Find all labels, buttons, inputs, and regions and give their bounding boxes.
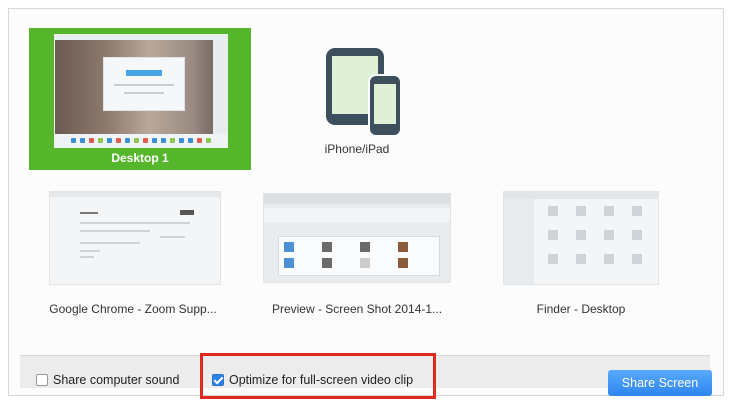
- tile-label: Finder - Desktop: [536, 302, 626, 316]
- share-sound-checkbox[interactable]: [36, 374, 48, 386]
- highlight-annotation-box: [200, 353, 436, 399]
- tile-desktop-1[interactable]: Desktop 1: [29, 28, 251, 170]
- tile-label: Google Chrome - Zoom Supp...: [49, 302, 217, 316]
- tile-label: Desktop 1: [111, 151, 169, 165]
- share-sound-label: Share computer sound: [53, 373, 180, 387]
- tile-preview[interactable]: Preview - Screen Shot 2014-1...: [253, 187, 461, 317]
- tile-iphone-ipad[interactable]: iPhone/iPad: [277, 28, 437, 170]
- chrome-thumbnail: [49, 191, 221, 285]
- tile-google-chrome[interactable]: Google Chrome - Zoom Supp...: [29, 187, 237, 317]
- desktop-1-thumbnail: [54, 34, 228, 148]
- share-sound-option[interactable]: Share computer sound: [36, 373, 179, 387]
- preview-thumbnail: [263, 193, 451, 283]
- share-screen-dialog: Desktop 1 iPhone/iPad Google Chrome - Zo…: [8, 8, 724, 396]
- tile-label: Preview - Screen Shot 2014-1...: [271, 302, 443, 316]
- share-screen-button[interactable]: Share Screen: [608, 370, 712, 396]
- ipad-iphone-icon: [324, 46, 414, 136]
- tile-finder-desktop[interactable]: Finder - Desktop: [477, 187, 685, 317]
- tile-label: iPhone/iPad: [324, 142, 390, 156]
- finder-thumbnail: [503, 191, 659, 285]
